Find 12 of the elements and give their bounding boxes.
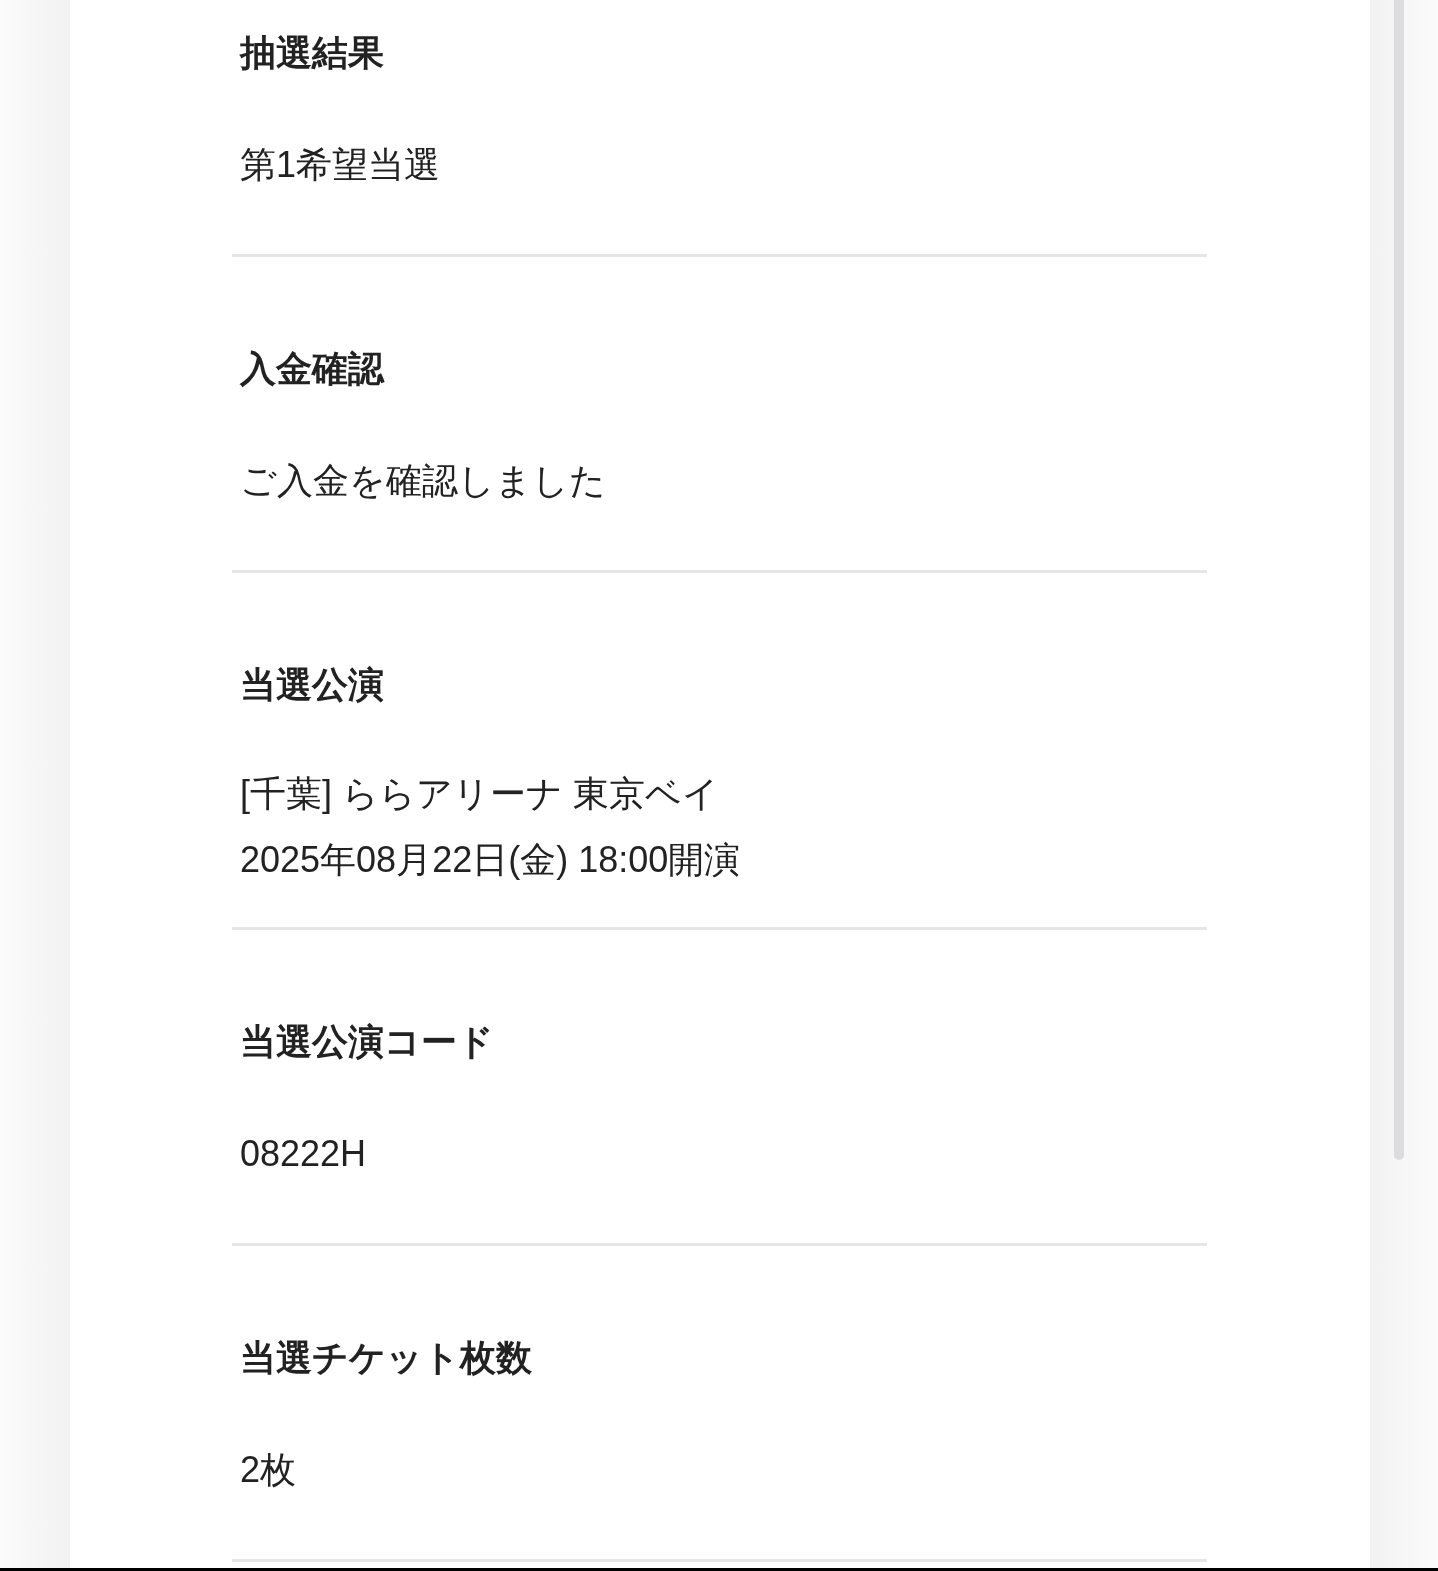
field-value: 第1希望当選 (240, 143, 441, 187)
field-label: 抽選結果 (238, 31, 384, 75)
field-value: ご入金を確認しました (240, 459, 606, 503)
field-value: 08222H (240, 1132, 367, 1176)
field-value: [千葉] ららアリーナ 東京ベイ (240, 772, 719, 816)
field-value: 2枚 (240, 1448, 297, 1492)
field-label: 当選公演コード (239, 1020, 494, 1064)
field-label: 当選チケット枚数 (239, 1336, 532, 1380)
field-value: 2025年08月22日(金) 18:00開演 (240, 838, 741, 882)
field-label: 当選公演 (239, 663, 384, 707)
field-label: 入金確認 (238, 347, 384, 391)
scrollbar-thumb[interactable] (1394, 0, 1404, 1160)
